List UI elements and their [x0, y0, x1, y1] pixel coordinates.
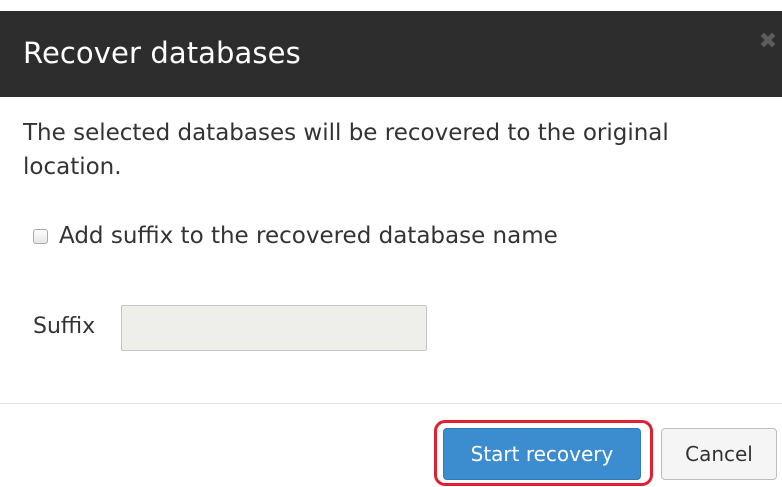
close-icon[interactable]: ✖: [757, 31, 779, 53]
dialog-title: Recover databases: [23, 36, 301, 70]
footer-divider: [0, 403, 782, 404]
suffix-label: Suffix: [33, 314, 96, 339]
dialog-message: The selected databases will be recovered…: [23, 120, 669, 180]
add-suffix-label: Add suffix to the recovered database nam…: [59, 223, 558, 249]
suffix-input[interactable]: [121, 305, 427, 351]
add-suffix-option[interactable]: Add suffix to the recovered database nam…: [33, 218, 558, 254]
recover-databases-dialog: Recover databases ✖ The selected databas…: [0, 0, 782, 487]
cancel-button[interactable]: Cancel: [661, 428, 777, 480]
dialog-header: Recover databases ✖: [0, 11, 782, 97]
start-recovery-button[interactable]: Start recovery: [443, 428, 641, 480]
add-suffix-checkbox[interactable]: [33, 228, 48, 244]
